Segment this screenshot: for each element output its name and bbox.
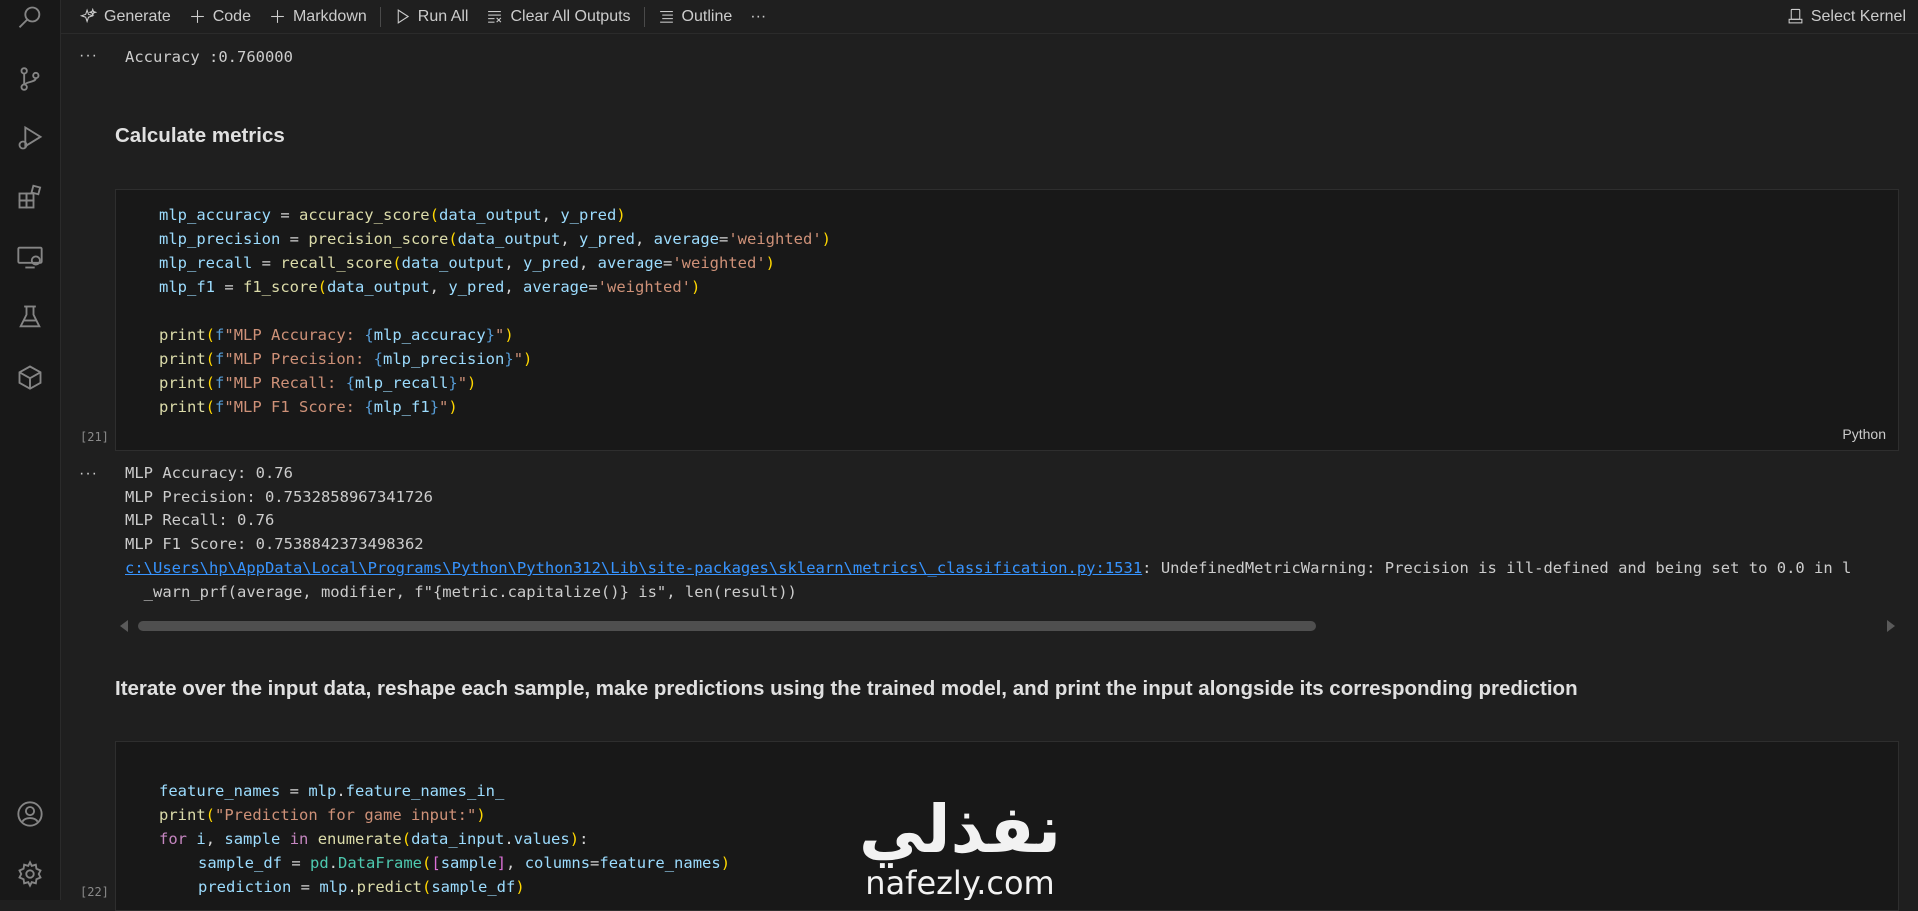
scrollbar-thumb[interactable] <box>138 621 1316 631</box>
code-line: print(f"MLP F1 Score: {mlp_f1}") <box>159 398 458 416</box>
markdown-label: Markdown <box>292 7 367 25</box>
add-code-button[interactable]: Code <box>180 3 260 31</box>
execution-count: [22] <box>80 885 109 899</box>
code-line: print(f"MLP Recall: {mlp_recall}") <box>159 374 477 392</box>
code-line: print("Prediction for game input:") <box>159 806 486 824</box>
outline-button[interactable]: Outline <box>649 3 742 31</box>
plus-icon <box>271 10 284 23</box>
code-line: for i, sample in enumerate(data_input.va… <box>159 830 589 848</box>
code-line: print(f"MLP Accuracy: {mlp_accuracy}") <box>159 326 514 344</box>
warning-file-link[interactable]: c:\Users\hp\AppData\Local\Programs\Pytho… <box>125 559 1142 577</box>
watermark-arabic: نفذلي <box>859 791 1061 868</box>
run-debug-icon[interactable] <box>14 122 46 154</box>
generate-label: Generate <box>104 7 171 25</box>
code-line: feature_names = mlp.feature_names_in_ <box>159 782 505 800</box>
output-line: MLP Accuracy: 0.76 <box>125 464 293 482</box>
scroll-right-arrow-icon[interactable] <box>1887 620 1895 632</box>
package-icon[interactable] <box>14 361 46 393</box>
source-control-icon[interactable] <box>14 63 46 95</box>
select-kernel-label: Select Kernel <box>1810 7 1906 25</box>
sparkle-icon <box>80 8 97 24</box>
markdown-heading: Calculate metrics <box>115 124 285 147</box>
output-actions-ellipsis[interactable]: ··· <box>79 465 98 483</box>
cell-language-label[interactable]: Python <box>1842 426 1886 442</box>
code-line: mlp_accuracy = accuracy_score(data_outpu… <box>159 206 626 224</box>
ellipsis-icon: ··· <box>750 7 767 25</box>
search-icon[interactable] <box>14 2 46 34</box>
clear-outputs-icon <box>488 11 502 23</box>
testing-icon[interactable] <box>14 301 46 333</box>
code-line: sample_df = pd.DataFrame([sample], colum… <box>198 854 731 872</box>
settings-icon[interactable] <box>14 858 46 890</box>
code-line: mlp_f1 = f1_score(data_output, y_pred, a… <box>159 278 701 296</box>
warning-line: c:\Users\hp\AppData\Local\Programs\Pytho… <box>125 559 1915 577</box>
output-line: MLP Precision: 0.7532858967341726 <box>125 488 433 506</box>
watermark-latin: nafezly.com <box>865 864 1054 900</box>
select-kernel-button[interactable]: Select Kernel <box>1787 0 1906 33</box>
outline-label: Outline <box>681 7 733 25</box>
plus-icon <box>190 10 204 23</box>
code-line: print(f"MLP Precision: {mlp_precision}") <box>159 350 533 368</box>
clear-outputs-label: Clear All Outputs <box>510 7 631 25</box>
code-label: Code <box>212 7 251 25</box>
more-actions-button[interactable]: ··· <box>741 3 775 31</box>
toolbar-divider <box>379 6 381 27</box>
code-line: mlp_recall = recall_score(data_output, y… <box>159 254 775 272</box>
activity-bar <box>0 0 61 900</box>
list-icon <box>659 11 673 23</box>
output-actions-ellipsis[interactable]: ··· <box>79 47 98 65</box>
scroll-left-arrow-icon[interactable] <box>120 620 128 632</box>
run-all-label: Run All <box>417 7 469 25</box>
toolbar-divider <box>643 6 645 27</box>
add-markdown-button[interactable]: Markdown <box>260 3 376 31</box>
kernel-icon <box>1788 8 1803 24</box>
warning-text: : UndefinedMetricWarning: Precision is i… <box>1142 559 1852 577</box>
play-icon <box>397 9 409 24</box>
code-cell[interactable]: mlp_accuracy = accuracy_score(data_outpu… <box>115 189 1899 451</box>
generate-button[interactable]: Generate <box>71 3 180 31</box>
account-icon[interactable] <box>14 798 46 830</box>
run-all-button[interactable]: Run All <box>385 3 478 31</box>
notebook-toolbar: Generate Code Markdown Run All Clear All… <box>61 0 1918 34</box>
warning-traceback-line: _warn_prf(average, modifier, f"{metric.c… <box>125 583 797 601</box>
extensions-icon[interactable] <box>14 181 46 213</box>
clear-all-outputs-button[interactable]: Clear All Outputs <box>477 3 639 31</box>
output-line: MLP Recall: 0.76 <box>125 511 275 529</box>
output-horizontal-scrollbar[interactable] <box>120 617 1895 633</box>
execution-count: [21] <box>80 430 109 444</box>
nafezly-watermark-logo: نفذلي nafezly.com <box>845 782 1075 902</box>
code-line: prediction = mlp.predict(sample_df) <box>198 878 525 896</box>
markdown-heading: Iterate over the input data, reshape eac… <box>115 677 1578 700</box>
output-line: MLP F1 Score: 0.7538842373498362 <box>125 535 424 553</box>
prev-output-text: Accuracy :0.760000 <box>125 48 293 66</box>
remote-explorer-icon[interactable] <box>14 241 46 273</box>
code-line: mlp_precision = precision_score(data_out… <box>159 230 831 248</box>
